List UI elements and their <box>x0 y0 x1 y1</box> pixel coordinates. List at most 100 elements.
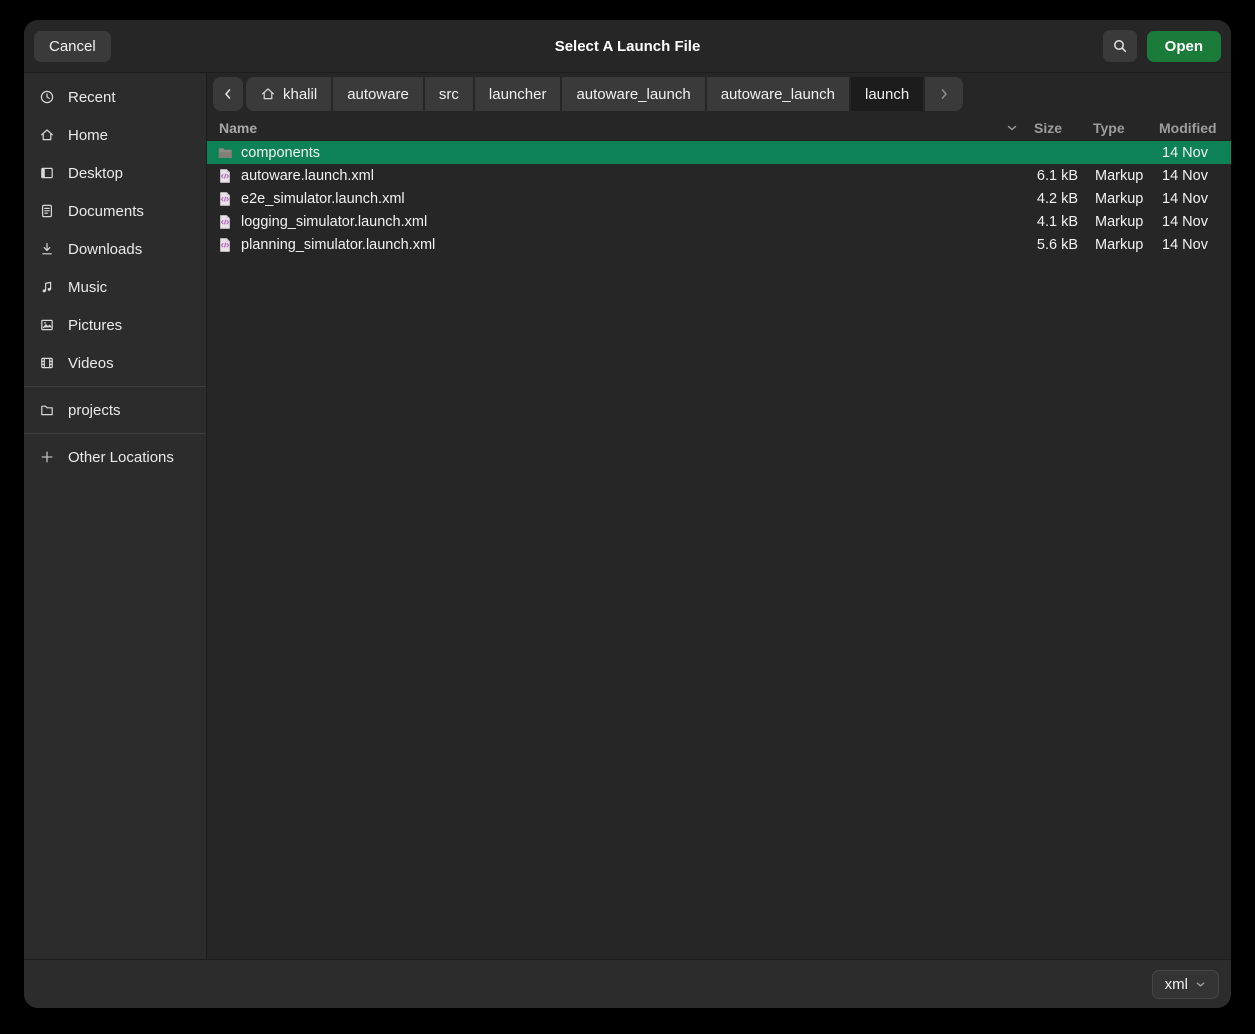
file-row[interactable]: autoware.launch.xml 6.1 kB Markup14 Nov <box>207 164 1231 187</box>
sidebar-item-music[interactable]: Music <box>24 268 206 306</box>
sidebar-item-label: Recent <box>68 89 116 106</box>
file-type: Markup <box>1093 168 1159 184</box>
sidebar-item-label: Documents <box>68 203 144 220</box>
file-list: components 14 Nov autoware.launch.xml 6.1 k… <box>207 141 1231 959</box>
cancel-button[interactable]: Cancel <box>34 31 111 62</box>
breadcrumb-segment-autoware[interactable]: autoware <box>333 77 423 111</box>
breadcrumb: khalil autoware src launcher autoware_launch… <box>246 77 963 111</box>
search-button[interactable] <box>1103 30 1137 62</box>
chevron-right-icon <box>936 86 952 102</box>
file-modified: 14 Nov <box>1159 145 1231 161</box>
plus-icon <box>39 449 55 465</box>
file-name: autoware.launch.xml <box>241 168 374 184</box>
folder-outline-icon <box>39 402 55 418</box>
sidebar-item-label: Home <box>68 127 108 144</box>
file-name-cell: components <box>207 145 994 161</box>
file-name: e2e_simulator.launch.xml <box>241 191 405 207</box>
file-name: planning_simulator.launch.xml <box>241 237 435 253</box>
home-icon <box>39 127 55 143</box>
film-icon <box>39 355 55 371</box>
titlebar-actions: Open <box>1103 30 1221 62</box>
file-name: logging_simulator.launch.xml <box>241 214 427 230</box>
sidebar-item-recent[interactable]: Recent <box>24 78 206 116</box>
file-row[interactable]: logging_simulator.launch.xml4.1 kBMarkup… <box>207 210 1231 233</box>
list-header: Name Size Type Modified <box>207 115 1231 141</box>
file-size: 4.2 kB <box>1018 191 1078 207</box>
breadcrumb-segment-src[interactable]: src <box>425 77 473 111</box>
breadcrumb-segment-label: autoware <box>347 86 409 103</box>
sidebar-item-label: Pictures <box>68 317 122 334</box>
file-name: components <box>241 145 320 161</box>
breadcrumb-segment-label: src <box>439 86 459 103</box>
music-note-icon <box>39 279 55 295</box>
xml-file-icon <box>217 237 233 253</box>
breadcrumb-segment-autoware_launch[interactable]: autoware_launch <box>562 77 704 111</box>
sidebar-item-home[interactable]: Home <box>24 116 206 154</box>
file-name-cell: e2e_simulator.launch.xml <box>207 191 994 207</box>
sidebar-item-projects[interactable]: projects <box>24 391 206 429</box>
breadcrumb-segment-label: autoware_launch <box>576 86 690 103</box>
file-filter-value: xml <box>1165 976 1188 993</box>
file-row[interactable]: planning_simulator.launch.xml5.6 kBMarku… <box>207 233 1231 256</box>
sidebar-item-pictures[interactable]: Pictures <box>24 306 206 344</box>
xml-file-icon <box>217 191 233 207</box>
file-type: Markup <box>1093 237 1159 253</box>
file-chooser-dialog: Cancel Select A Launch File Open Recent H… <box>24 20 1231 1008</box>
sidebar-item-label: Music <box>68 279 107 296</box>
file-modified: 14 Nov <box>1159 191 1231 207</box>
column-header-size[interactable]: Size <box>1018 120 1078 136</box>
file-row[interactable]: e2e_simulator.launch.xml 4.2 kB Markup14 N… <box>207 187 1231 210</box>
file-size: 6.1 kB <box>1018 168 1078 184</box>
document-icon <box>39 203 55 219</box>
desktop-icon <box>39 165 55 181</box>
sidebar: Recent Home Desktop Documents Downloads Music… <box>24 73 207 959</box>
download-icon <box>39 241 55 257</box>
file-modified: 14 Nov <box>1159 237 1231 253</box>
sidebar-item-downloads[interactable]: Downloads <box>24 230 206 268</box>
breadcrumb-segment-launch[interactable]: launch <box>851 77 923 111</box>
file-name-cell: logging_simulator.launch.xml <box>207 214 994 230</box>
file-filter-dropdown[interactable]: xml <box>1152 970 1219 999</box>
breadcrumb-segment-autoware_launch[interactable]: autoware_launch <box>707 77 849 111</box>
sidebar-item-label: projects <box>68 402 121 419</box>
file-row[interactable]: components 14 Nov <box>207 141 1231 164</box>
path-bar: khalil autoware src launcher autoware_launch… <box>207 73 1231 115</box>
file-size: 4.1 kB <box>1018 214 1078 230</box>
file-type: Markup <box>1093 191 1159 207</box>
window-title: Select A Launch File <box>24 38 1231 55</box>
chevron-left-icon <box>220 86 236 102</box>
picture-icon <box>39 317 55 333</box>
search-icon <box>1112 38 1128 54</box>
titlebar: Cancel Select A Launch File Open <box>24 20 1231 73</box>
forward-chevron[interactable] <box>925 77 963 111</box>
folder-icon <box>217 145 233 161</box>
breadcrumb-segment-khalil[interactable]: khalil <box>246 77 331 111</box>
column-header-type[interactable]: Type <box>1093 120 1159 136</box>
sidebar-item-other-locations[interactable]: Other Locations <box>24 438 206 476</box>
file-modified: 14 Nov <box>1159 214 1231 230</box>
breadcrumb-segment-label: launch <box>865 86 909 103</box>
sidebar-item-label: Videos <box>68 355 114 372</box>
xml-file-icon <box>217 168 233 184</box>
file-name-cell: autoware.launch.xml <box>207 168 994 184</box>
open-button[interactable]: Open <box>1147 31 1221 62</box>
sidebar-list: Recent Home Desktop Documents Downloads Music… <box>24 78 206 476</box>
breadcrumb-segment-launcher[interactable]: launcher <box>475 77 561 111</box>
sidebar-item-documents[interactable]: Documents <box>24 192 206 230</box>
chevron-down-icon <box>1195 979 1206 990</box>
sidebar-item-label: Other Locations <box>68 449 174 466</box>
sort-indicator-icon[interactable] <box>994 122 1018 134</box>
column-header-modified[interactable]: Modified <box>1159 120 1231 136</box>
file-modified: 14 Nov <box>1159 168 1231 184</box>
column-header-name[interactable]: Name <box>207 120 994 136</box>
sidebar-item-desktop[interactable]: Desktop <box>24 154 206 192</box>
home-icon <box>260 86 276 102</box>
content-pane: khalil autoware src launcher autoware_launch… <box>207 73 1231 959</box>
clock-icon <box>39 89 55 105</box>
xml-file-icon <box>217 214 233 230</box>
sidebar-item-videos[interactable]: Videos <box>24 344 206 382</box>
sidebar-separator <box>24 433 206 434</box>
back-button[interactable] <box>213 77 243 111</box>
sidebar-item-label: Desktop <box>68 165 123 182</box>
dialog-body: Recent Home Desktop Documents Downloads Music… <box>24 73 1231 959</box>
